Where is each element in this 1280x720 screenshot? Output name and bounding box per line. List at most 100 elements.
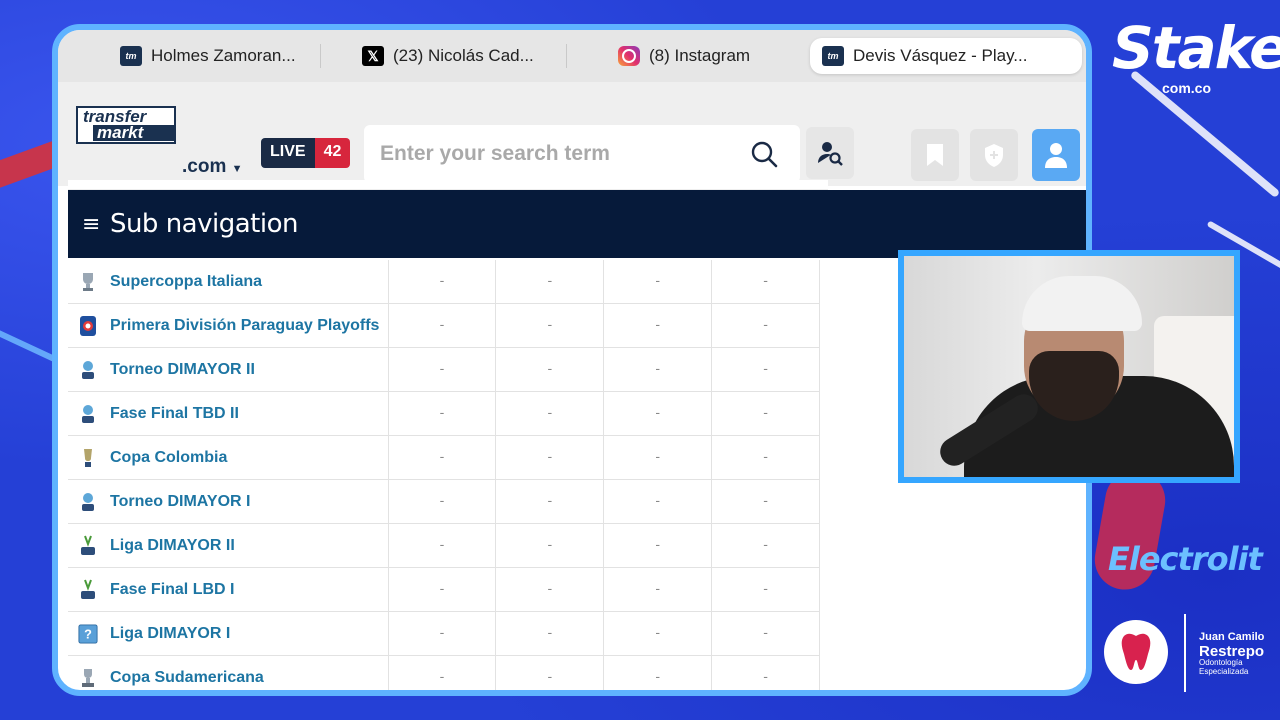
stat-cell: - <box>604 436 713 479</box>
svg-text:?: ? <box>84 626 92 641</box>
stat-cell: - <box>389 480 497 523</box>
competition-name-cell: Primera División Paraguay Playoffs <box>68 304 389 347</box>
table-row: Fase Final TBD II - - - - <box>68 392 821 436</box>
league-badge-icon <box>78 314 98 338</box>
tab-holmes[interactable]: tm Holmes Zamoran... <box>108 38 308 74</box>
competition-link[interactable]: Supercoppa Italiana <box>110 273 262 291</box>
competition-link[interactable]: Copa Colombia <box>110 449 227 467</box>
site-header: transfer markt .com ▼ LIVE 42 <box>58 82 1086 186</box>
competition-name-cell: ? Liga DIMAYOR I <box>68 612 389 655</box>
stat-cell: - <box>496 348 605 391</box>
stat-cell: - <box>496 480 605 523</box>
stat-cell: - <box>712 304 821 347</box>
stat-cell: - <box>389 524 497 567</box>
competition-link[interactable]: Torneo DIMAYOR II <box>110 361 255 379</box>
dentist-name: Juan Camilo Restrepo Odontología Especia… <box>1199 631 1265 676</box>
tab-devis-vasquez[interactable]: tm Devis Vásquez - Play... <box>810 38 1082 74</box>
competition-link[interactable]: Torneo DIMAYOR I <box>110 493 250 511</box>
stat-cell: - <box>389 568 497 611</box>
competition-link[interactable]: Fase Final TBD II <box>110 405 239 423</box>
live-label: LIVE <box>261 138 315 168</box>
stat-cell: - <box>389 260 497 303</box>
tab-title: (8) Instagram <box>649 46 751 65</box>
competition-link[interactable]: Fase Final LBD I <box>110 581 234 599</box>
stat-cell: - <box>389 348 497 391</box>
shield-icon <box>985 144 1003 167</box>
transfermarkt-favicon-icon: tm <box>822 46 844 66</box>
stat-cell: - <box>496 656 605 690</box>
competition-link[interactable]: Primera División Paraguay Playoffs <box>110 317 379 335</box>
stat-cell: - <box>604 612 713 655</box>
live-ticker-button[interactable]: LIVE 42 <box>261 138 351 168</box>
dentist-line4: Especializada <box>1199 666 1249 676</box>
transfermarkt-favicon-icon: tm <box>120 46 142 66</box>
stat-cell: - <box>604 656 713 690</box>
stat-cell: - <box>496 304 605 347</box>
bookmark-icon <box>927 144 943 166</box>
cup-icon <box>78 446 98 470</box>
dentist-line2: Restrepo <box>1199 642 1265 660</box>
watchlist-button[interactable] <box>911 129 959 181</box>
stat-cell: - <box>604 348 713 391</box>
search-icon[interactable] <box>750 140 778 168</box>
competition-link[interactable]: Liga DIMAYOR II <box>110 537 235 555</box>
stat-cell: - <box>389 612 497 655</box>
betplay-icon <box>78 534 98 558</box>
table-row: Copa Colombia - - - - <box>68 436 821 480</box>
stat-cell: - <box>712 260 821 303</box>
table-row: Liga DIMAYOR II - - - - <box>68 524 821 568</box>
sub-navigation-bar[interactable]: ≡ Sub navigation <box>68 190 1086 258</box>
club-button[interactable] <box>970 129 1018 181</box>
tab-title: Holmes Zamoran... <box>151 46 296 65</box>
competition-name-cell: Copa Sudamericana <box>68 656 389 690</box>
dimayor-icon <box>78 402 98 426</box>
dimayor-icon <box>78 490 98 514</box>
competition-table: Supercoppa Italiana - - - - Primera División … <box>68 260 821 690</box>
table-row: Primera División Paraguay Playoffs - - - - <box>68 304 821 348</box>
competition-name-cell: Supercoppa Italiana <box>68 260 389 303</box>
table-row: Copa Sudamericana - - - - <box>68 656 821 690</box>
user-icon <box>1045 143 1067 168</box>
stat-cell: - <box>496 392 605 435</box>
user-search-icon <box>818 142 843 166</box>
profile-button[interactable] <box>1032 129 1080 181</box>
competition-name-cell: Fase Final TBD II <box>68 392 389 435</box>
sudamericana-icon <box>78 666 98 690</box>
trophy-icon <box>78 270 98 294</box>
stat-cell: - <box>604 568 713 611</box>
search-input[interactable] <box>380 142 740 166</box>
stat-cell: - <box>712 524 821 567</box>
stat-cell: - <box>712 436 821 479</box>
stat-cell: - <box>712 392 821 435</box>
betplay-icon <box>78 578 98 602</box>
stat-cell: - <box>496 568 605 611</box>
table-row: Fase Final LBD I---- <box>68 568 821 612</box>
stat-cell: - <box>496 260 605 303</box>
tab-instagram[interactable]: (8) Instagram <box>606 38 762 74</box>
player-search-button[interactable] <box>806 127 854 179</box>
dentist-line1: Juan Camilo <box>1199 631 1265 643</box>
search-box <box>364 125 800 183</box>
unknown-badge-icon: ? <box>78 622 98 646</box>
tab-divider <box>320 44 321 68</box>
stat-cell: - <box>389 304 497 347</box>
tab-divider <box>566 44 567 68</box>
tab-title: Devis Vásquez - Play... <box>853 46 1028 65</box>
stat-cell: - <box>712 568 821 611</box>
competition-name-cell: Copa Colombia <box>68 436 389 479</box>
stat-cell: - <box>389 436 497 479</box>
stat-cell: - <box>496 612 605 655</box>
x-favicon-icon: 𝕏 <box>362 46 384 66</box>
domain-selector[interactable]: .com ▼ <box>182 156 243 178</box>
stat-cell: - <box>604 392 713 435</box>
stat-cell: - <box>604 260 713 303</box>
sub-navigation-label: Sub navigation <box>109 209 299 239</box>
stat-cell: - <box>712 612 821 655</box>
competition-name-cell: Torneo DIMAYOR II <box>68 348 389 391</box>
competition-name-cell: Liga DIMAYOR II <box>68 524 389 567</box>
competition-link[interactable]: Liga DIMAYOR I <box>110 625 230 643</box>
tab-x[interactable]: 𝕏 (23) Nicolás Cad... <box>350 38 546 74</box>
dimayor-icon <box>78 358 98 382</box>
transfermarkt-logo[interactable]: transfer markt <box>76 106 176 146</box>
competition-link[interactable]: Copa Sudamericana <box>110 669 264 687</box>
